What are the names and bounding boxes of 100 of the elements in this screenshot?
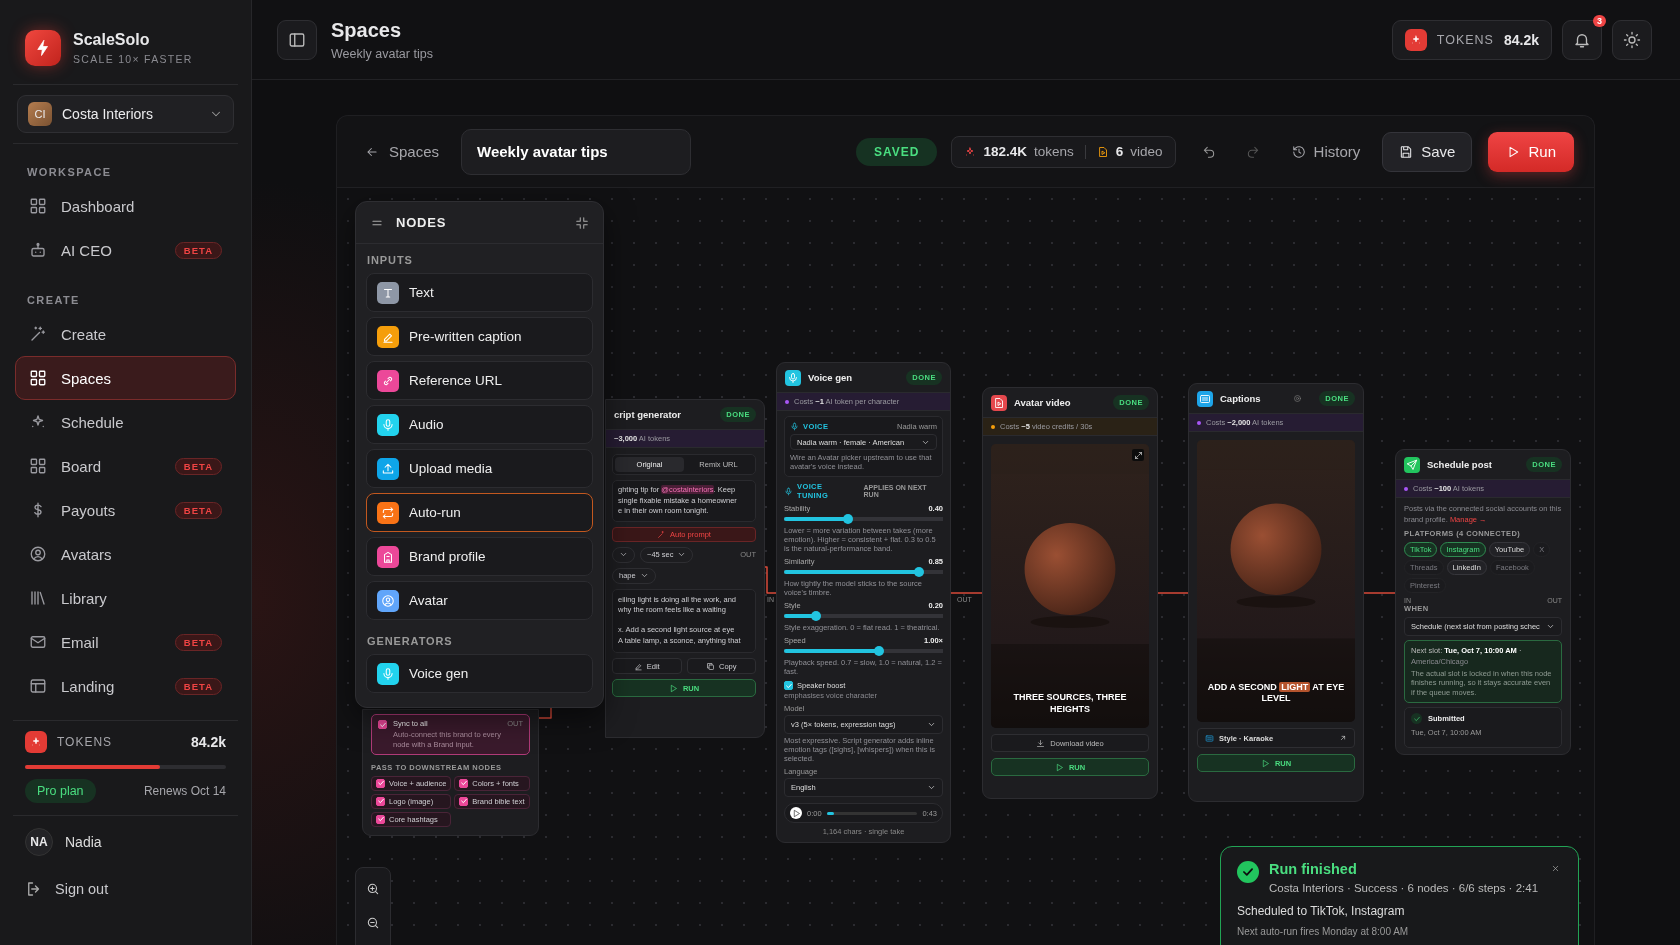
bolt-logo-icon (25, 30, 61, 66)
nav-item[interactable]: Dashboard (15, 184, 236, 228)
expand-button[interactable] (1132, 449, 1144, 461)
expand-icon (1133, 450, 1143, 460)
paper-plane-icon (1404, 456, 1420, 473)
node-type-item[interactable]: Reference URL (366, 361, 593, 400)
user-circle-icon (29, 545, 47, 563)
chevron-down-icon (927, 783, 936, 792)
nav-item[interactable]: Landing BETA (15, 664, 236, 708)
checkbox[interactable] (376, 814, 385, 824)
microphone-icon (785, 369, 801, 386)
chevron-down-icon (1546, 622, 1555, 631)
nav-label: Avatars (61, 545, 112, 563)
sparkle-icon (25, 731, 47, 753)
sparkle-icon (1404, 28, 1427, 51)
nav-item[interactable]: Avatars (15, 532, 236, 576)
captions-icon (1197, 390, 1213, 407)
section-label: CREATE (26, 294, 81, 306)
slider-thumb[interactable] (874, 646, 885, 656)
chevron-down-icon (619, 550, 628, 559)
checkbox[interactable] (378, 720, 387, 729)
nav-label: AI CEO (61, 241, 112, 259)
nav-item[interactable]: Create (15, 312, 236, 356)
theme-toggle-button[interactable] (1612, 19, 1652, 60)
microphone-icon (784, 486, 793, 496)
brand-tagline: SCALE 10× FASTER (73, 53, 193, 65)
script-generator-node[interactable] (605, 399, 765, 738)
node-title: Avatar video (1014, 397, 1071, 408)
workspace-avatar: CI (28, 102, 52, 126)
nav-item[interactable]: Spaces (15, 356, 236, 400)
connector (1363, 592, 1396, 594)
slider-thumb[interactable] (842, 514, 853, 524)
toast-meta: Costa Interiors · Success · 6 nodes · 6/6 steps · 2:41 (1268, 882, 1539, 894)
beta-tag: BETA (174, 633, 222, 651)
nav-item[interactable]: Payouts BETA (15, 488, 236, 532)
checkbox[interactable] (376, 778, 385, 788)
nav-item[interactable]: AI CEO BETA (15, 228, 236, 272)
space-name-field[interactable]: Weekly avatar tips (461, 128, 692, 175)
toast-message: Scheduled to TikTok, Instagram (1237, 904, 1406, 918)
dot-icon (785, 399, 789, 404)
node-type-item[interactable]: Pre-written caption (366, 317, 593, 356)
node-type-item[interactable]: Brand profile (366, 537, 593, 576)
check-circle-icon (1237, 861, 1259, 883)
node-type-item[interactable]: Audio (366, 405, 593, 444)
notification-count: 3 (1593, 14, 1606, 27)
schedule-post-node[interactable] (1395, 449, 1571, 756)
node-title: cript generator (614, 409, 682, 420)
beta-tag: BETA (174, 241, 222, 259)
nav-item[interactable]: Schedule (15, 400, 236, 444)
checkbox[interactable] (459, 796, 469, 806)
chevron-down-icon (639, 571, 649, 580)
connector (950, 592, 983, 594)
save-button[interactable]: Save (1382, 131, 1473, 172)
checkbox[interactable] (784, 681, 793, 690)
node-type-item[interactable]: Avatar (366, 581, 593, 620)
sign-out-link[interactable]: Sign out (15, 868, 236, 910)
voice-gen-node[interactable] (776, 362, 951, 843)
run-button[interactable]: Run (1488, 131, 1574, 172)
nav-label: Payouts (61, 501, 116, 519)
user-name: Nadia (65, 834, 102, 850)
redo-icon (1245, 144, 1260, 159)
checkbox[interactable] (376, 796, 385, 806)
node-type-item[interactable]: Text (366, 273, 593, 312)
collapse-icon[interactable] (575, 215, 589, 230)
node-title: Captions (1220, 393, 1261, 404)
nav-item[interactable]: Board BETA (15, 444, 236, 488)
nav-item[interactable]: Email BETA (15, 620, 236, 664)
zoom-out-icon (366, 916, 380, 930)
tokens-unit: tokens (1034, 144, 1074, 159)
grid-icon (29, 457, 47, 475)
history-button[interactable]: History (1279, 131, 1373, 172)
plan-tag: Pro plan (25, 779, 96, 803)
checkbox[interactable] (459, 778, 469, 788)
section-label: INPUTS (367, 254, 414, 266)
layout-icon (29, 677, 47, 695)
node-type-item[interactable]: Auto-run (366, 493, 593, 532)
chevron-down-icon (927, 720, 936, 729)
slider-thumb[interactable] (914, 567, 925, 577)
close-icon (1550, 863, 1560, 873)
nav-label: Landing (61, 677, 115, 695)
video-unit: video (1130, 144, 1163, 159)
play-icon (1506, 144, 1521, 159)
sidebar-toggle-button[interactable] (277, 19, 317, 60)
user-avatar: NA (25, 828, 53, 856)
node-type-item[interactable]: Voice gen (366, 654, 593, 693)
download-icon (1036, 738, 1046, 748)
slider-thumb[interactable] (810, 611, 821, 621)
grid-icon (29, 369, 47, 387)
play-button[interactable] (790, 807, 802, 819)
play-icon (791, 808, 801, 818)
page-subtitle: Weekly avatar tips (331, 46, 433, 61)
panel-title: NODES (396, 215, 447, 230)
section-label: GENERATORS (367, 635, 454, 647)
back-link[interactable]: Spaces (365, 143, 440, 160)
node-type-item[interactable]: Upload media (366, 449, 593, 488)
nav-item[interactable]: Library (15, 576, 236, 620)
save-icon (1399, 144, 1414, 159)
tokens-value: 84.2k (190, 734, 226, 750)
workspace-switcher[interactable]: CI Costa Interiors (17, 95, 234, 133)
zoom-in-icon (366, 882, 380, 896)
